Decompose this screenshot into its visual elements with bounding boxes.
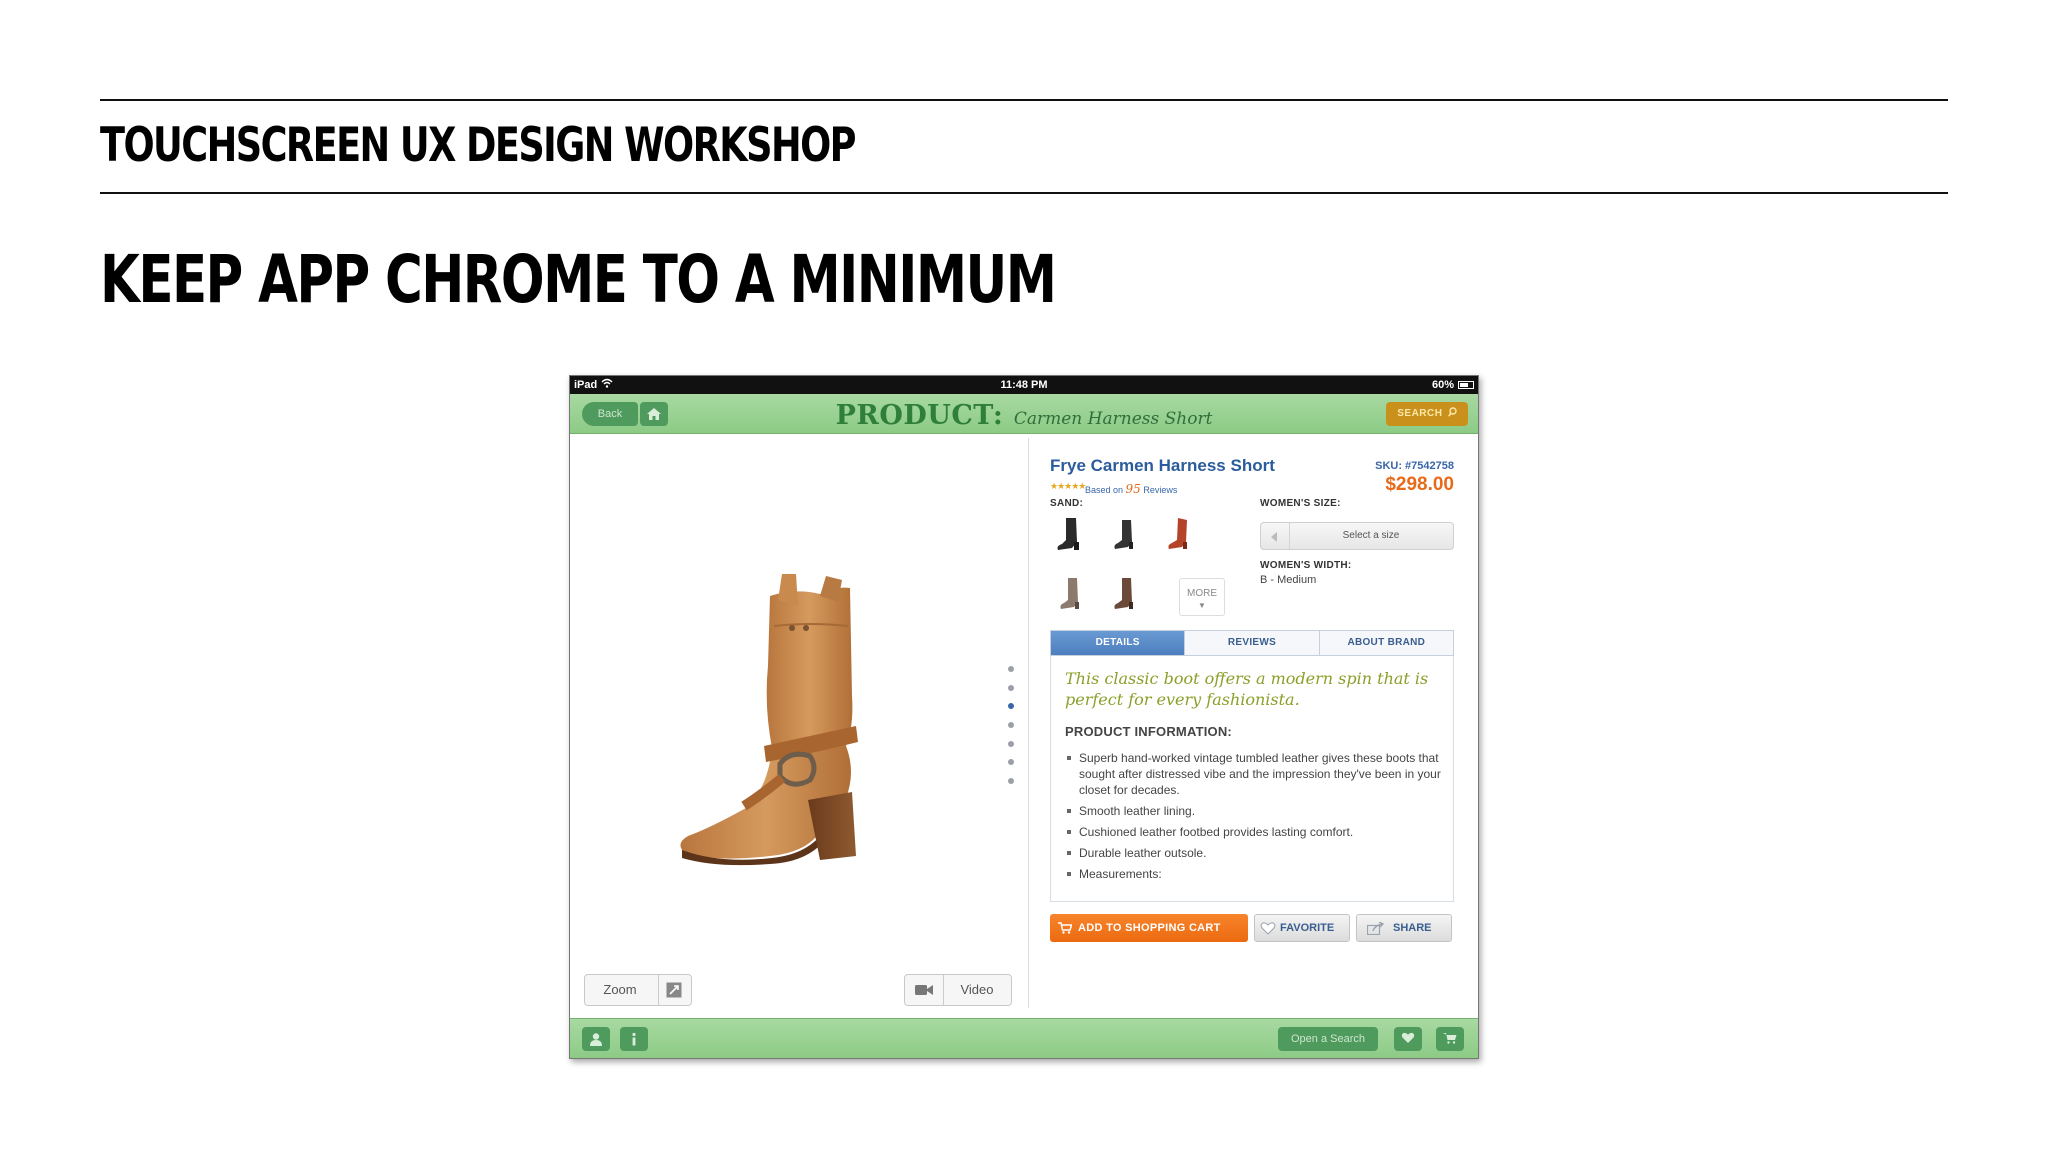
top-rule [100, 99, 1948, 101]
bottom-toolbar: Open a Search [570, 1018, 1478, 1058]
reviews-suffix: Reviews [1143, 485, 1178, 495]
product-image[interactable] [660, 566, 930, 871]
open-search-button[interactable]: Open a Search [1278, 1027, 1378, 1051]
color-swatch-grey[interactable] [1050, 574, 1090, 614]
details-panel[interactable]: This classic boot offers a modern spin t… [1050, 656, 1454, 902]
cart-button[interactable] [1436, 1027, 1464, 1051]
cart-icon [1443, 1033, 1457, 1044]
zoom-button[interactable]: Zoom [584, 974, 692, 1006]
tab-details[interactable]: DETAILS [1051, 631, 1186, 655]
image-pager[interactable] [1008, 666, 1016, 797]
favorite-label: FAVORITE [1280, 922, 1335, 934]
pager-dot[interactable] [1008, 666, 1014, 672]
reviews-count: 95 [1125, 482, 1141, 496]
chevron-left-icon [1271, 532, 1277, 542]
status-time: 11:48 PM [1000, 379, 1048, 391]
heart-icon [1401, 1032, 1415, 1043]
tab-about-brand[interactable]: ABOUT BRAND [1319, 631, 1453, 655]
rating-stars: ★★★★★ [1050, 481, 1086, 491]
screen-title: PRODUCT: Carmen Harness Short [570, 400, 1478, 431]
search-label: SEARCH [1397, 408, 1443, 419]
slide-headline: KEEP APP CHROME TO A MINIMUM [100, 241, 1057, 318]
info-icon [632, 1032, 636, 1046]
width-label: WOMEN'S WIDTH: [1260, 560, 1352, 571]
reviews-link[interactable]: Based on 95 Reviews [1085, 482, 1177, 496]
pager-dot[interactable] [1008, 778, 1014, 785]
cart-icon [1058, 922, 1072, 934]
search-button[interactable]: SEARCH [1386, 402, 1468, 426]
product-name: Frye Carmen Harness Short [1050, 456, 1275, 475]
zoom-separator [658, 975, 659, 1005]
pager-dot[interactable] [1008, 722, 1014, 729]
share-button[interactable]: SHARE [1356, 914, 1452, 942]
add-to-cart-button[interactable]: ADD TO SHOPPING CART [1050, 914, 1248, 942]
battery-icon [1458, 381, 1474, 389]
bottom-rule [100, 192, 1948, 194]
list-item: Smooth leather lining. [1065, 803, 1445, 819]
zoom-label: Zoom [603, 982, 637, 997]
search-icon [1447, 407, 1457, 417]
boot-image [680, 574, 858, 866]
more-colors-button[interactable]: MORE ▼ [1179, 578, 1225, 616]
status-right: 60% [1432, 376, 1474, 394]
product-price: $298.00 [1385, 474, 1454, 495]
pager-dot[interactable] [1008, 759, 1014, 766]
heart-icon [1260, 922, 1276, 935]
color-swatch-black[interactable] [1050, 514, 1090, 554]
product-details-pane: Frye Carmen Harness Short ★★★★★ Based on… [1028, 434, 1478, 1012]
screen-title-sub: Carmen Harness Short [1013, 409, 1213, 429]
list-item: Durable leather outsole. [1065, 845, 1445, 861]
ipad-screenshot: iPad 11:48 PM 60% Back PRODUCT: Carmen H… [569, 375, 1479, 1059]
favorites-button[interactable] [1394, 1027, 1422, 1051]
width-value: B - Medium [1260, 574, 1317, 586]
video-label: Video [960, 982, 994, 997]
chevron-down-icon: ▼ [1198, 601, 1206, 610]
share-icon [1367, 922, 1385, 935]
pager-dot-active[interactable] [1008, 703, 1014, 710]
battery-percent: 60% [1431, 379, 1454, 391]
color-swatch-red[interactable] [1156, 514, 1196, 554]
color-swatch-brown[interactable] [1104, 574, 1144, 614]
expand-icon [666, 982, 682, 998]
video-camera-icon [915, 985, 933, 995]
account-button[interactable] [582, 1027, 610, 1051]
list-item: Cushioned leather footbed provides lasti… [1065, 824, 1445, 840]
detail-tabs: DETAILS REVIEWS ABOUT BRAND [1050, 630, 1454, 656]
screen-title-main: PRODUCT: [835, 400, 1004, 431]
favorite-button[interactable]: FAVORITE [1254, 914, 1350, 942]
product-sku: SKU: #7542758 [1375, 460, 1454, 472]
info-button[interactable] [620, 1027, 648, 1051]
pager-dot[interactable] [1008, 740, 1014, 747]
size-select[interactable]: Select a size [1260, 522, 1454, 550]
share-label: SHARE [1393, 922, 1432, 934]
color-label: SAND: [1050, 498, 1084, 509]
pager-dot[interactable] [1008, 684, 1014, 691]
size-placeholder: Select a size [1342, 530, 1400, 541]
list-item: Superb hand-worked vintage tumbled leath… [1065, 750, 1445, 798]
product-info-list: Superb hand-worked vintage tumbled leath… [1065, 750, 1445, 887]
status-bar: iPad 11:48 PM 60% [570, 376, 1478, 394]
tab-reviews[interactable]: REVIEWS [1185, 631, 1320, 655]
workshop-title: TOUCHSCREEN UX DESIGN WORKSHOP [100, 118, 857, 173]
cart-label: ADD TO SHOPPING CART [1078, 922, 1221, 934]
list-item: Measurements: [1065, 866, 1445, 882]
product-info-heading: PRODUCT INFORMATION: [1065, 724, 1232, 739]
user-icon [590, 1033, 602, 1046]
product-tagline: This classic boot offers a modern spin t… [1065, 669, 1429, 709]
reviews-prefix: Based on [1085, 485, 1124, 495]
more-label: MORE [1187, 588, 1217, 599]
top-nav-bar: Back PRODUCT: Carmen Harness Short SEARC… [570, 394, 1478, 434]
video-button[interactable]: Video [904, 974, 1012, 1006]
color-swatch-charcoal[interactable] [1104, 514, 1144, 554]
size-label: WOMEN'S SIZE: [1260, 498, 1341, 509]
